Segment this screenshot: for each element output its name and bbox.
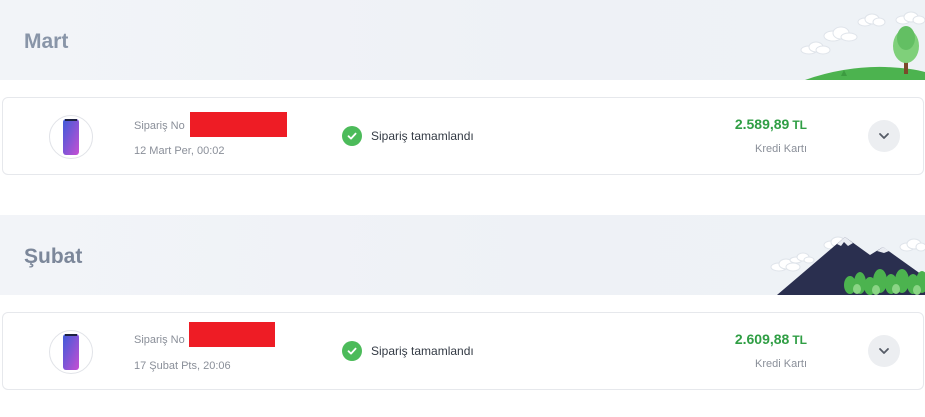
status-text: Sipariş tamamlandı bbox=[371, 344, 474, 358]
month-banner-mart: Mart bbox=[0, 0, 925, 80]
status-text: Sipariş tamamlandı bbox=[371, 129, 474, 143]
order-card[interactable]: Sipariş No 12 Mart Per, 00:02 Sipariş ta… bbox=[2, 97, 924, 175]
order-status: Sipariş tamamlandı bbox=[342, 341, 474, 361]
amount-currency: TL bbox=[792, 118, 807, 132]
check-circle-icon bbox=[342, 341, 362, 361]
amount-value: 2.589,89 bbox=[734, 116, 790, 132]
check-circle-icon bbox=[342, 126, 362, 146]
order-number-redaction bbox=[189, 322, 275, 347]
order-date: 12 Mart Per, 00:02 bbox=[134, 145, 225, 157]
order-card[interactable]: Sipariş No 17 Şubat Pts, 20:06 Sipariş t… bbox=[2, 312, 924, 390]
order-amount: 2.589,89 TL bbox=[735, 116, 807, 132]
phone-image bbox=[63, 334, 79, 370]
mountain-landscape-illustration bbox=[770, 236, 925, 295]
product-thumbnail[interactable] bbox=[49, 330, 93, 374]
order-amount: 2.609,88 TL bbox=[735, 331, 807, 347]
order-no-label: Sipariş No bbox=[134, 120, 185, 132]
month-banner-subat: Şubat bbox=[0, 215, 925, 295]
chevron-down-icon bbox=[879, 348, 889, 354]
phone-image bbox=[63, 119, 79, 155]
tree-landscape-illustration bbox=[800, 11, 925, 80]
expand-button[interactable] bbox=[868, 335, 900, 367]
order-no-label: Sipariş No bbox=[134, 334, 185, 346]
month-title: Şubat bbox=[24, 245, 83, 268]
expand-button[interactable] bbox=[868, 120, 900, 152]
order-status: Sipariş tamamlandı bbox=[342, 126, 474, 146]
amount-value: 2.609,88 bbox=[734, 331, 790, 347]
order-date: 17 Şubat Pts, 20:06 bbox=[134, 360, 231, 372]
payment-method: Kredi Kartı bbox=[755, 143, 807, 155]
order-number-redaction bbox=[190, 112, 287, 137]
product-thumbnail[interactable] bbox=[49, 115, 93, 159]
amount-currency: TL bbox=[792, 333, 807, 347]
month-title: Mart bbox=[24, 30, 69, 53]
chevron-down-icon bbox=[879, 133, 889, 139]
payment-method: Kredi Kartı bbox=[755, 358, 807, 370]
